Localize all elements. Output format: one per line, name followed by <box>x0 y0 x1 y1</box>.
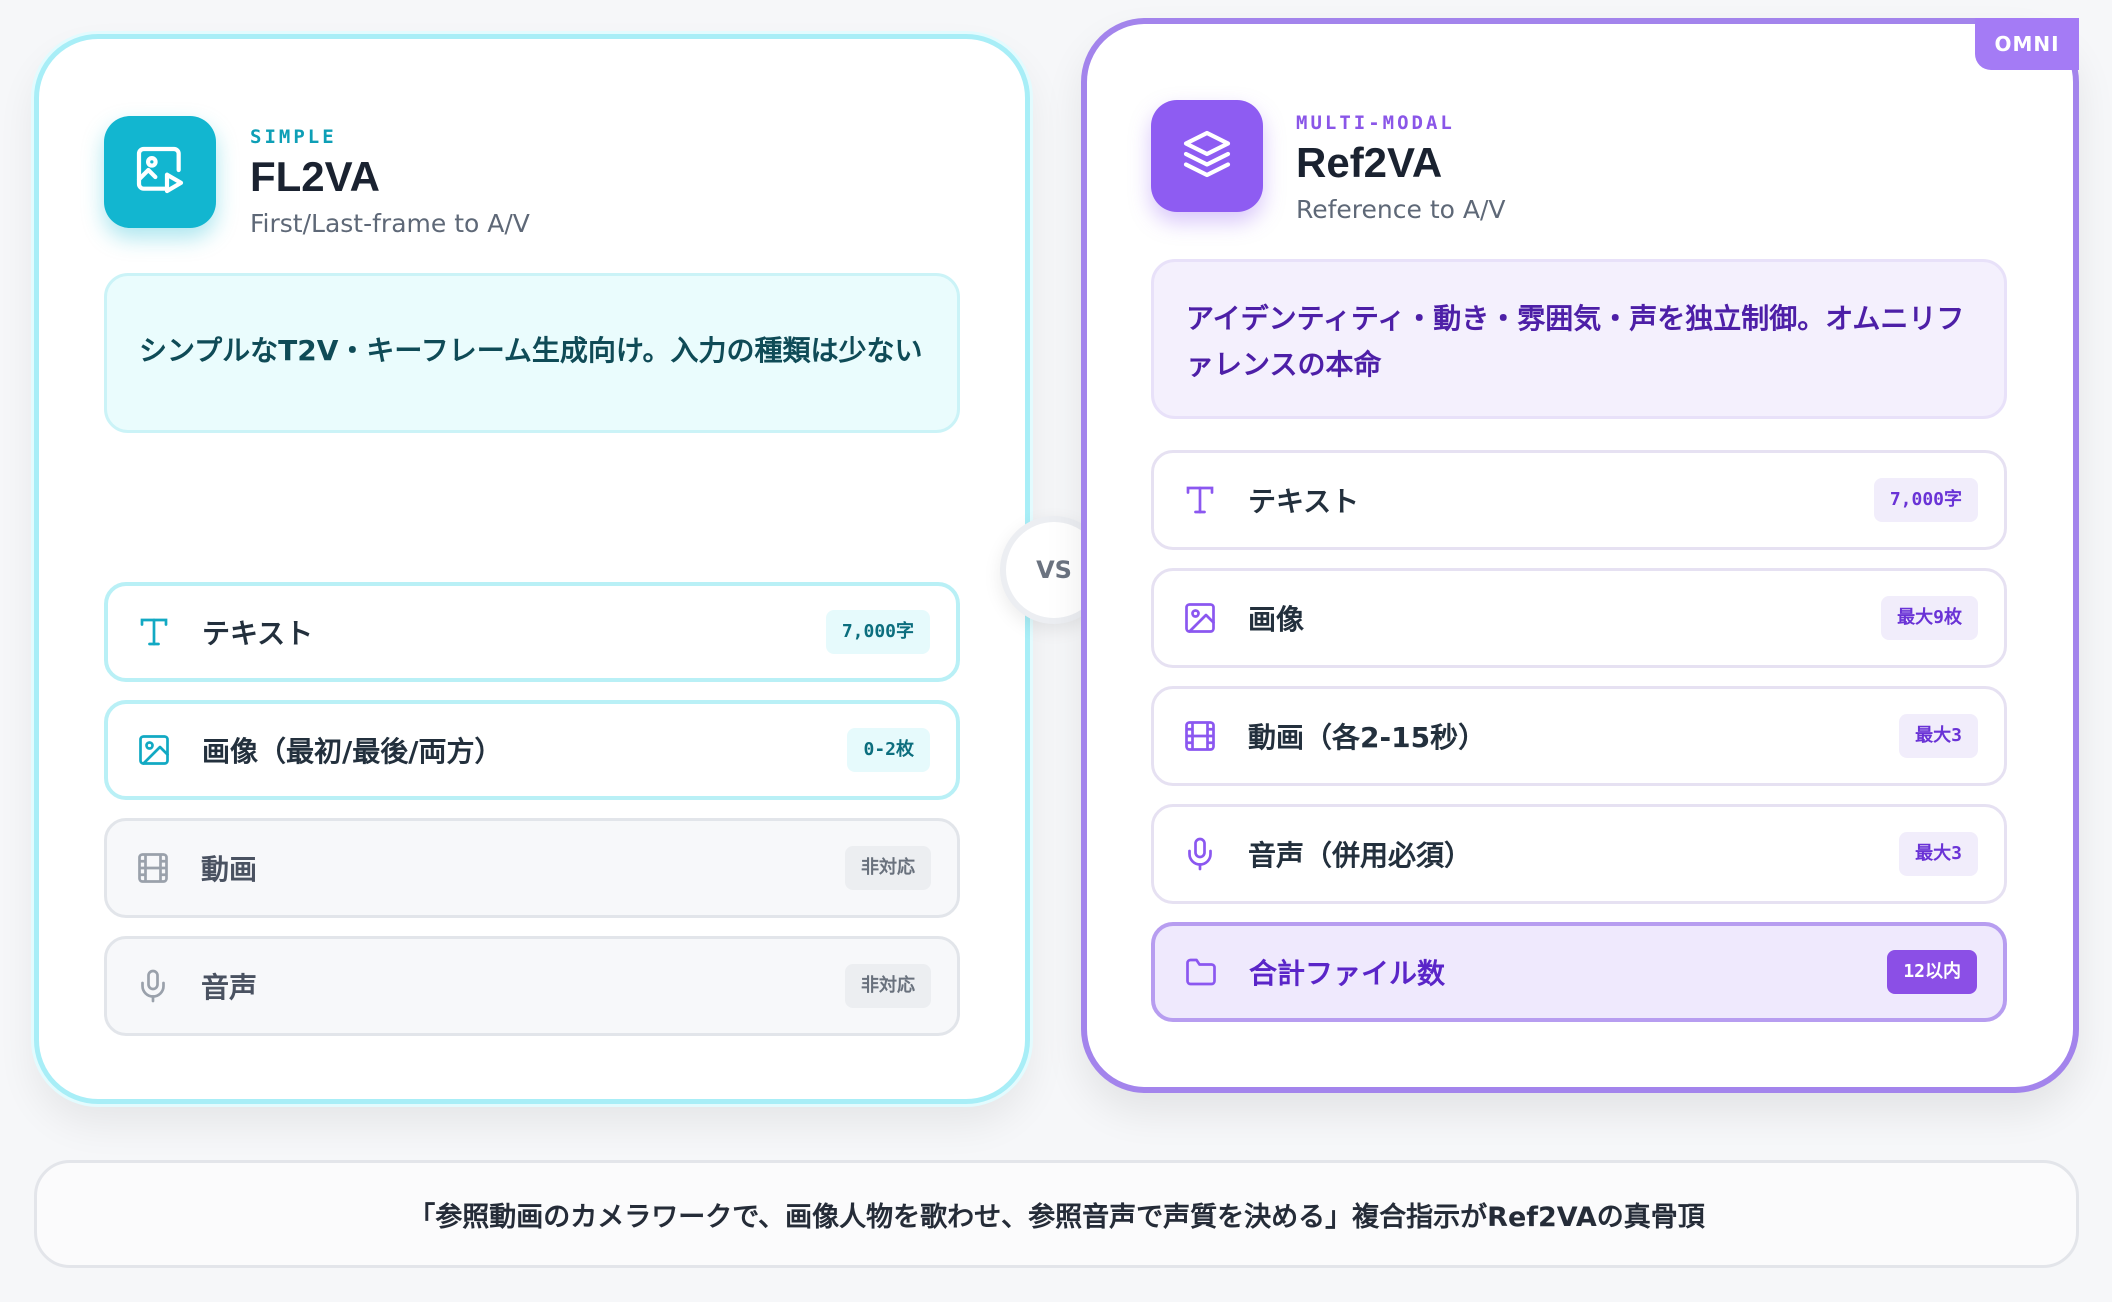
ref2va-subtitle: Reference to A/V <box>1296 195 1506 224</box>
ref2va-row-total: 合計ファイル数 12以内 <box>1151 922 2007 1022</box>
text-icon <box>1182 482 1218 518</box>
ref2va-row-text: テキスト 7,000字 <box>1151 450 2007 550</box>
ref2va-card: OMNI MULTI-MODAL Ref2VA Reference to A/V… <box>1081 18 2079 1093</box>
fl2va-row-audio: 音声 非対応 <box>104 936 960 1036</box>
row-badge: 7,000字 <box>825 610 930 654</box>
row-label: 動画（各2-15秒） <box>1248 721 1487 754</box>
fl2va-row-image: 画像（最初/最後/両方） 0-2枚 <box>104 700 960 800</box>
row-badge: 7,000字 <box>1873 478 1978 522</box>
fl2va-subtitle: First/Last-frame to A/V <box>250 209 530 238</box>
fl2va-row-video: 動画 非対応 <box>104 818 960 918</box>
row-badge: 最大9枚 <box>1881 596 1978 640</box>
text-icon <box>136 614 172 650</box>
omni-badge: OMNI <box>1975 18 2079 70</box>
film-icon <box>1182 718 1218 754</box>
row-badge: 0-2枚 <box>847 728 930 772</box>
fl2va-row-text: テキスト 7,000字 <box>104 582 960 682</box>
row-badge: 非対応 <box>845 964 931 1008</box>
row-badge: 最大3 <box>1899 832 1978 876</box>
row-label: 音声 <box>201 971 258 1004</box>
ref2va-row-video: 動画（各2-15秒） 最大3 <box>1151 686 2007 786</box>
ref2va-kicker: MULTI-MODAL <box>1296 112 1455 134</box>
row-label: 合計ファイル数 <box>1249 957 1446 990</box>
film-icon <box>135 850 171 886</box>
row-label: 動画 <box>201 853 258 886</box>
mic-icon <box>1182 836 1218 872</box>
fl2va-logo <box>104 116 216 228</box>
row-label: 画像（最初/最後/両方） <box>202 735 503 768</box>
footer-note: 「参照動画のカメラワークで、画像人物を歌わせ、参照音声で声質を決める」複合指示が… <box>34 1160 2079 1268</box>
mic-icon <box>135 968 171 1004</box>
row-label: 画像 <box>1248 603 1305 636</box>
row-label: 音声（併用必須） <box>1248 839 1473 872</box>
fl2va-description: シンプルなT2V・キーフレーム生成向け。入力の種類は少ない <box>104 273 960 433</box>
row-badge: 最大3 <box>1899 714 1978 758</box>
folder-icon <box>1183 954 1219 990</box>
ref2va-title: Ref2VA <box>1296 139 1443 186</box>
image-play-icon <box>132 142 188 203</box>
fl2va-kicker: SIMPLE <box>250 126 337 148</box>
row-badge: 12以内 <box>1887 950 1977 994</box>
image-icon <box>1182 600 1218 636</box>
row-badge: 非対応 <box>845 846 931 890</box>
row-label: テキスト <box>1248 485 1360 518</box>
layers-icon <box>1179 126 1235 187</box>
image-icon <box>136 732 172 768</box>
ref2va-logo <box>1151 100 1263 212</box>
fl2va-card: SIMPLE FL2VA First/Last-frame to A/V シンプ… <box>34 34 1030 1104</box>
ref2va-row-audio: 音声（併用必須） 最大3 <box>1151 804 2007 904</box>
row-label: テキスト <box>202 617 314 650</box>
ref2va-row-image: 画像 最大9枚 <box>1151 568 2007 668</box>
ref2va-description: アイデンティティ・動き・雰囲気・声を独立制御。オムニリファレンスの本命 <box>1151 259 2007 419</box>
fl2va-title: FL2VA <box>250 153 380 200</box>
